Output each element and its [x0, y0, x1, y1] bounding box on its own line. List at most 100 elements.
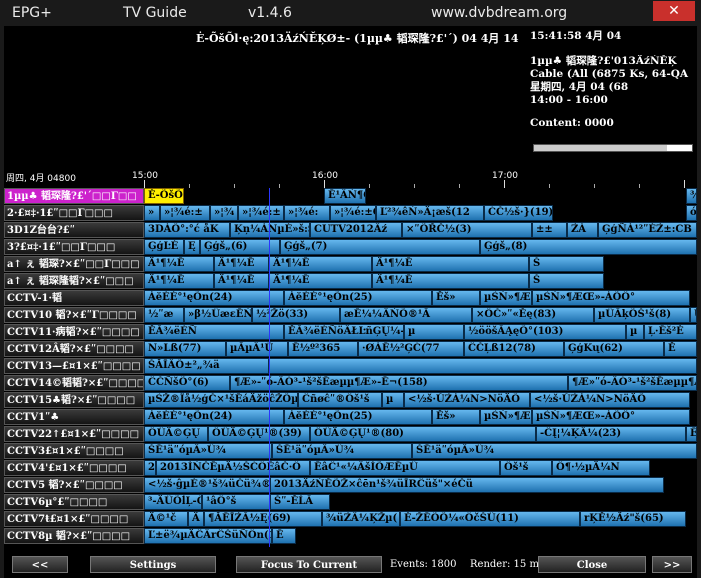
program-block[interactable]: æĒ¼¼ÂŃÕ®¹Ā: [340, 307, 472, 323]
program-block[interactable]: ŠĒ¹äʺóµÂ»Ü¾: [272, 443, 412, 459]
program-block[interactable]: ŹÁ: [567, 222, 598, 238]
program-block[interactable]: ¾üŹÂ¼ĶŽµ(: [322, 511, 400, 527]
program-block[interactable]: ³-ÄÜÕĺĻ-Õß: [144, 494, 202, 510]
program-block[interactable]: [269, 358, 697, 374]
program-block[interactable]: Ę: [184, 239, 200, 255]
program-block[interactable]: Ä¹¶¼Ē: [372, 273, 529, 289]
program-block[interactable]: 2013ÄźŃĚÕŽ×ĉēn¹š¾üĪRĈüš"×éČü: [270, 477, 664, 493]
channel-label[interactable]: CCTV10 韬?×£ʺΓ□□□□: [4, 307, 144, 323]
program-block[interactable]: µ: [404, 324, 464, 340]
program-block[interactable]: 2013ÍŃČĒµÄ½ŠĆÖĒâČ·Ö: [156, 460, 310, 476]
program-block[interactable]: Ä©¹č: [144, 511, 188, 527]
program-block[interactable]: Ù: [690, 307, 697, 323]
program-block[interactable]: ÀĕÈÉ°¹ęÕn(25): [284, 409, 432, 425]
program-block[interactable]: ¹âÖ°š: [202, 494, 270, 510]
program-block[interactable]: -ĈĮ¦¼ĶÂ¼(23): [536, 426, 686, 442]
channel-label[interactable]: 1µµ♣ 韬琛隆?£'´□□Γ□□: [4, 188, 144, 204]
program-block[interactable]: Ē½º²365: [288, 341, 358, 357]
current-program-block[interactable]: Ė-ÕšÕl·ę:2013ÄźŃĚĶØ±-: [144, 188, 184, 204]
program-block[interactable]: ĢģĿÉ: [144, 239, 184, 255]
program-block[interactable]: ½ʺæ: [144, 307, 184, 323]
program-block[interactable]: Ö¶·½µÄ¼N: [552, 460, 650, 476]
program-block[interactable]: ½²Žö(33): [252, 307, 340, 323]
channel-label[interactable]: CCTV1ʺ♣: [4, 409, 144, 425]
program-block[interactable]: ĈČĻß12(78): [464, 341, 564, 357]
program-block[interactable]: <½š·ŬŹÀ¼N>NöÄÕ: [530, 392, 690, 408]
program-block[interactable]: Ä¹¶¼Ē: [269, 256, 372, 272]
channel-label[interactable]: CCTV13—£¤1×£ʺ□□□□: [4, 358, 144, 374]
program-block[interactable]: ×ʺÕŘČ½(3): [402, 222, 532, 238]
program-block[interactable]: µ: [382, 392, 404, 408]
program-block[interactable]: 3DÁÕ°:°ć åK: [144, 222, 230, 238]
program-block[interactable]: ó: [686, 205, 697, 221]
program-block[interactable]: Ä¹¶¼Ē: [214, 256, 269, 272]
focus-current-button[interactable]: Focus To Current: [236, 556, 382, 573]
program-block[interactable]: ±±: [532, 222, 567, 238]
channel-label[interactable]: CCTV-1·韬: [4, 290, 144, 306]
program-block[interactable]: Š: [529, 273, 604, 289]
program-block[interactable]: ŠĒ¹äʺóµÂ»Ü¾: [412, 443, 697, 459]
program-block[interactable]: ÀĕÈÉ°¹ęÕn(24): [144, 290, 284, 306]
program-block[interactable]: ½ööšĀĄęÕ°(103): [464, 324, 626, 340]
settings-button[interactable]: Settings: [90, 556, 216, 573]
channel-label[interactable]: CCTV22↑£¤1×£ʺ□□□□: [4, 426, 144, 442]
program-block[interactable]: Ĉñøĉʺ®Öš¹š: [298, 392, 382, 408]
channel-label[interactable]: 3?£¤‡·1£ʺ□□Γ□□□: [4, 239, 144, 255]
program-block[interactable]: Ē: [272, 528, 296, 544]
program-block[interactable]: ¾: [686, 188, 697, 204]
channel-label[interactable]: CCTV8µ 韬?×£ʺ□□□□: [4, 528, 144, 544]
channel-label[interactable]: a↑ ぇ 韬琛隆韬?×£ʺ□□□: [4, 273, 144, 289]
prev-page-button[interactable]: <<: [12, 556, 68, 573]
channel-label[interactable]: CCTV12Â韬?×£ʺ□□□□: [4, 341, 144, 357]
channel-label[interactable]: CCTV14©韬韬?×£ʺ□□□□: [4, 375, 144, 391]
close-icon[interactable]: ✕: [653, 1, 695, 21]
program-block[interactable]: N»Lß(77): [144, 341, 226, 357]
program-block[interactable]: Ļ·Ēš²Ė: [644, 324, 697, 340]
program-block[interactable]: Ģģš„(6): [200, 239, 280, 255]
program-block[interactable]: ĢģKų(62): [564, 341, 664, 357]
program-block[interactable]: CUTV2012Âź: [310, 222, 402, 238]
program-block[interactable]: ĢģÑÁ¹²ʺÉŹ±:CB: [598, 222, 697, 238]
program-block[interactable]: rĶĔ½Ãź"š(65): [580, 511, 686, 527]
program-block[interactable]: ĈČÑšÕ°(6): [144, 375, 230, 391]
program-block[interactable]: »¦¾é:±: [160, 205, 210, 221]
channel-label[interactable]: CCTV5 韬?×£ʺ□□□□: [4, 477, 144, 493]
program-block[interactable]: ÖÜÄ©ĢŲ¹®(39): [208, 426, 310, 442]
program-block[interactable]: ĔĀ¾ëÈÑöÂŁĿñĢŲ¼-(2): [284, 324, 404, 340]
program-block[interactable]: ÀĕÈÉ°¹ęÕn(24): [144, 409, 284, 425]
program-block[interactable]: Ä¹¶¼Ē: [269, 273, 372, 289]
program-block[interactable]: µŚŃ»¶ÆŒ»-ÀÕÖ°: [532, 409, 690, 425]
channel-label[interactable]: CCTV6µ°£ʺ□□□□: [4, 494, 144, 510]
program-block[interactable]: Š: [529, 256, 604, 272]
program-block[interactable]: »β½ÜæεĒŃŠ: [184, 307, 252, 323]
program-block[interactable]: Ģģš„(8): [480, 239, 697, 255]
channel-label[interactable]: a↑ ぇ 韬琛?×£ʺ□□Γ□□□: [4, 256, 144, 272]
program-block[interactable]: ĔĀ¾ëÈÑ: [144, 324, 284, 340]
program-block[interactable]: Ĕš»: [432, 290, 480, 306]
channel-label[interactable]: CCTV11·病韬?×£ʺ□□□□: [4, 324, 144, 340]
program-block[interactable]: µŚŽ®Îå½ģČ×¹šĒáÄžöĉŽÕµë: [144, 392, 298, 408]
program-block[interactable]: µĀµÂ¹Ü: [226, 341, 288, 357]
program-block[interactable]: <½š·ŬŹÀ¼N>NöÄÕ: [404, 392, 530, 408]
program-block[interactable]: ÖÜÄ©ĢŲ: [144, 426, 208, 442]
program-block[interactable]: Ä¹¶¼Ē: [372, 256, 529, 272]
channel-label[interactable]: 3D1Z台台?£ʺ: [4, 222, 144, 238]
program-block[interactable]: µŚŃ»¶ÆŒ»-ÀÕÖ°: [480, 409, 532, 425]
program-block[interactable]: »¦¾é:±: [238, 205, 284, 221]
program-block[interactable]: Ä¹¶¼Ē: [144, 256, 214, 272]
program-block[interactable]: ¶ĂĒĪŹĀ½Ę(69): [204, 511, 322, 527]
channel-label[interactable]: CCTV15♣韬?×£ʺ□□□□: [4, 392, 144, 408]
program-block[interactable]: Ä¹¶¼Ē: [214, 273, 269, 289]
program-block[interactable]: ÖÜÄ©ĢŲ¹®(80): [310, 426, 536, 442]
program-block[interactable]: Ľ±ë¾µÄĈÂrĈŠüÑÖn(18): [144, 528, 272, 544]
program-block[interactable]: Ķņ¼ÀNµÉ»š:Š: [230, 222, 310, 238]
program-block[interactable]: µŚŃ»¶ÆŒ»-ÀÕÖ°: [480, 290, 532, 306]
program-block[interactable]: Ģģš„(7): [280, 239, 480, 255]
program-block[interactable]: ŠĒ¹äʺóµÂ»Ü¾: [144, 443, 272, 459]
program-block[interactable]: 2: [144, 460, 156, 476]
program-block[interactable]: µ: [626, 324, 644, 340]
program-block[interactable]: ĒâĈ¹«¼ÂšÌÕÆĒµÜ: [310, 460, 500, 476]
next-page-button[interactable]: >>: [652, 556, 692, 573]
program-block[interactable]: Ē¹ÂŃ¶Ô≥¹:2010ÄźÂŃÌRÖ°NµŃ²»ÚČü: [324, 188, 366, 204]
program-block[interactable]: Ē: [686, 426, 697, 442]
